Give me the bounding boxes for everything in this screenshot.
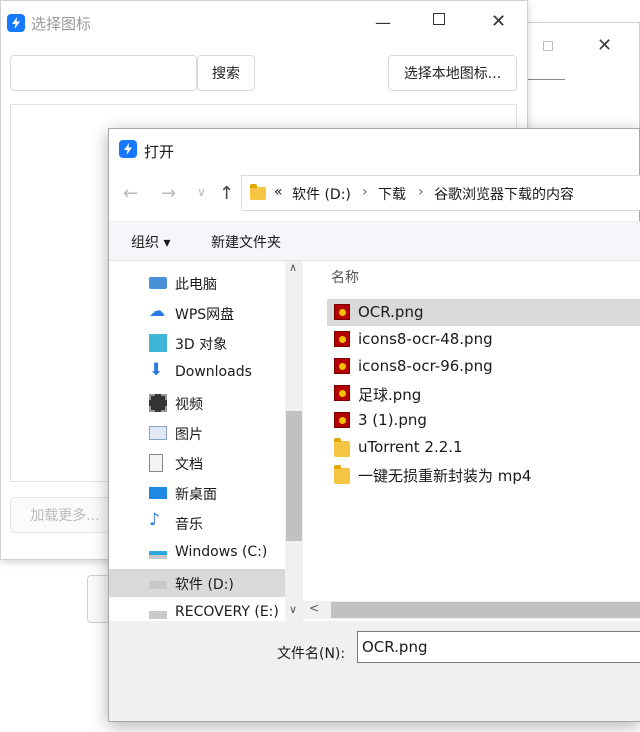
forward-arrow-icon[interactable]: → (161, 183, 176, 204)
windows-drive-icon (149, 551, 167, 559)
file-item[interactable]: 3 (1).png (327, 407, 640, 434)
nav-item-pictures[interactable]: 图片 (109, 419, 285, 447)
nav-item-label: 此电脑 (175, 277, 217, 293)
file-item[interactable]: icons8-ocr-96.png (327, 353, 640, 380)
back-arrow-icon[interactable]: ← (123, 183, 138, 204)
desktop-icon (149, 487, 167, 499)
computer-icon (149, 277, 167, 289)
horizontal-scrollbar[interactable]: < (303, 601, 640, 619)
video-icon (149, 394, 167, 412)
file-name: icons8-ocr-96.png (358, 357, 493, 375)
nav-item-label: 3D 对象 (175, 337, 228, 353)
filename-label: 文件名(N): (277, 646, 346, 662)
scrollbar-thumb[interactable] (286, 411, 302, 541)
file-item[interactable]: 足球.png (327, 380, 640, 407)
nav-item-videos[interactable]: 视频 (109, 389, 285, 417)
breadcrumb-separator-icon: › (418, 184, 424, 200)
address-overflow[interactable]: « (274, 184, 283, 200)
nav-item-label: 新桌面 (175, 487, 217, 503)
nav-item-label: 音乐 (175, 517, 203, 533)
drive-icon (149, 611, 167, 619)
dialog-title: 打开 (144, 143, 175, 161)
scroll-down-icon[interactable]: ∨ (289, 603, 297, 616)
app-logo-icon (7, 14, 25, 32)
filename-bar: 文件名(N): OCR.png (109, 621, 640, 721)
folder-icon (250, 184, 266, 200)
maximize-icon[interactable] (433, 13, 445, 25)
window-title: 选择图标 (31, 15, 92, 33)
file-name: 足球.png (358, 386, 422, 404)
folder-item[interactable]: uTorrent 2.2.1 (327, 434, 640, 461)
load-more-button[interactable]: 加载更多... (10, 497, 120, 533)
nav-item-label: 视频 (175, 397, 203, 413)
nav-item-label: RECOVERY (E:) (175, 604, 279, 620)
picture-icon (149, 426, 167, 440)
png-file-icon (334, 358, 350, 374)
file-item[interactable]: icons8-ocr-48.png (327, 326, 640, 353)
select-local-icon-button[interactable]: 选择本地图标... (388, 55, 517, 91)
folder-item[interactable]: 一键无损重新封装为 mp4 (327, 461, 640, 488)
nav-item-music[interactable]: ♪ 音乐 (109, 509, 285, 537)
folder-icon (334, 465, 350, 484)
document-icon (149, 454, 163, 472)
scroll-up-icon[interactable]: ∧ (289, 261, 297, 274)
breadcrumb-downloads[interactable]: 下载 (378, 184, 406, 204)
column-header-name[interactable]: 名称 (331, 267, 359, 287)
nav-item-label: Windows (C:) (175, 544, 268, 560)
open-file-dialog: 打开 ← → ∨ ↑ « 软件 (D:) › 下载 › 谷歌浏览器下载的内容 组… (108, 128, 640, 722)
nav-item-label: 文档 (175, 457, 203, 473)
png-file-icon (334, 385, 350, 401)
organize-menu[interactable]: 组织 ▾ (131, 232, 170, 252)
nav-item-desktop[interactable]: 新桌面 (109, 479, 285, 507)
search-input[interactable] (10, 55, 197, 91)
up-arrow-icon[interactable]: ↑ (219, 183, 234, 204)
download-icon: ⬇ (149, 360, 164, 380)
file-name: icons8-ocr-48.png (358, 330, 493, 348)
new-folder-button[interactable]: 新建文件夹 (211, 232, 281, 252)
address-bar[interactable]: « 软件 (D:) › 下载 › 谷歌浏览器下载的内容 (241, 175, 640, 211)
filename-input[interactable]: OCR.png (357, 631, 640, 663)
nav-item-wps-cloud[interactable]: ☁ WPS网盘 (109, 299, 285, 327)
scroll-left-icon[interactable]: < (309, 601, 319, 615)
nav-item-label: Downloads (175, 364, 252, 380)
file-list-pane: 名称 OCR.png icons8-ocr-48.png icons8-ocr-… (303, 261, 640, 621)
command-bar: 组织 ▾ 新建文件夹 (109, 221, 640, 261)
search-button[interactable]: 搜索 (197, 55, 255, 91)
navigation-pane: 此电脑 ☁ WPS网盘 3D 对象 ⬇ Downloads 视频 图片 文档 新… (109, 261, 303, 621)
minimize-icon[interactable]: — (375, 13, 391, 32)
music-icon: ♪ (149, 510, 160, 530)
folder-name: uTorrent 2.2.1 (358, 438, 463, 456)
nav-item-software-d[interactable]: 软件 (D:) (109, 569, 285, 597)
file-item[interactable]: OCR.png (327, 299, 640, 326)
nav-item-windows-c[interactable]: Windows (C:) (109, 539, 285, 567)
folder-icon (334, 438, 350, 457)
drive-icon (149, 581, 167, 589)
breadcrumb-drive[interactable]: 软件 (D:) (292, 184, 351, 204)
close-icon[interactable]: ✕ (491, 11, 506, 32)
file-name: 3 (1).png (358, 411, 427, 429)
nav-item-label: 软件 (D:) (175, 577, 234, 593)
nav-item-documents[interactable]: 文档 (109, 449, 285, 477)
nav-item-this-pc[interactable]: 此电脑 (109, 269, 285, 297)
png-file-icon (334, 304, 350, 320)
cloud-icon: ☁ (149, 301, 165, 320)
breadcrumb-current[interactable]: 谷歌浏览器下载的内容 (434, 184, 574, 204)
nav-item-downloads[interactable]: ⬇ Downloads (109, 359, 285, 387)
cube-icon (149, 334, 167, 352)
png-file-icon (334, 412, 350, 428)
close-icon[interactable]: ✕ (597, 35, 612, 56)
maximize-icon[interactable] (543, 41, 553, 51)
nav-item-3d-objects[interactable]: 3D 对象 (109, 329, 285, 357)
nav-item-label: WPS网盘 (175, 307, 235, 323)
breadcrumb-separator-icon: › (362, 184, 368, 200)
folder-name: 一键无损重新封装为 mp4 (358, 467, 532, 485)
nav-item-label: 图片 (175, 427, 203, 443)
file-name: OCR.png (358, 303, 424, 321)
scrollbar-thumb[interactable] (331, 602, 640, 618)
recent-chevron-icon[interactable]: ∨ (197, 185, 206, 199)
app-logo-icon (119, 140, 137, 158)
png-file-icon (334, 331, 350, 347)
nav-scrollbar[interactable]: ∧ ∨ (285, 261, 303, 621)
